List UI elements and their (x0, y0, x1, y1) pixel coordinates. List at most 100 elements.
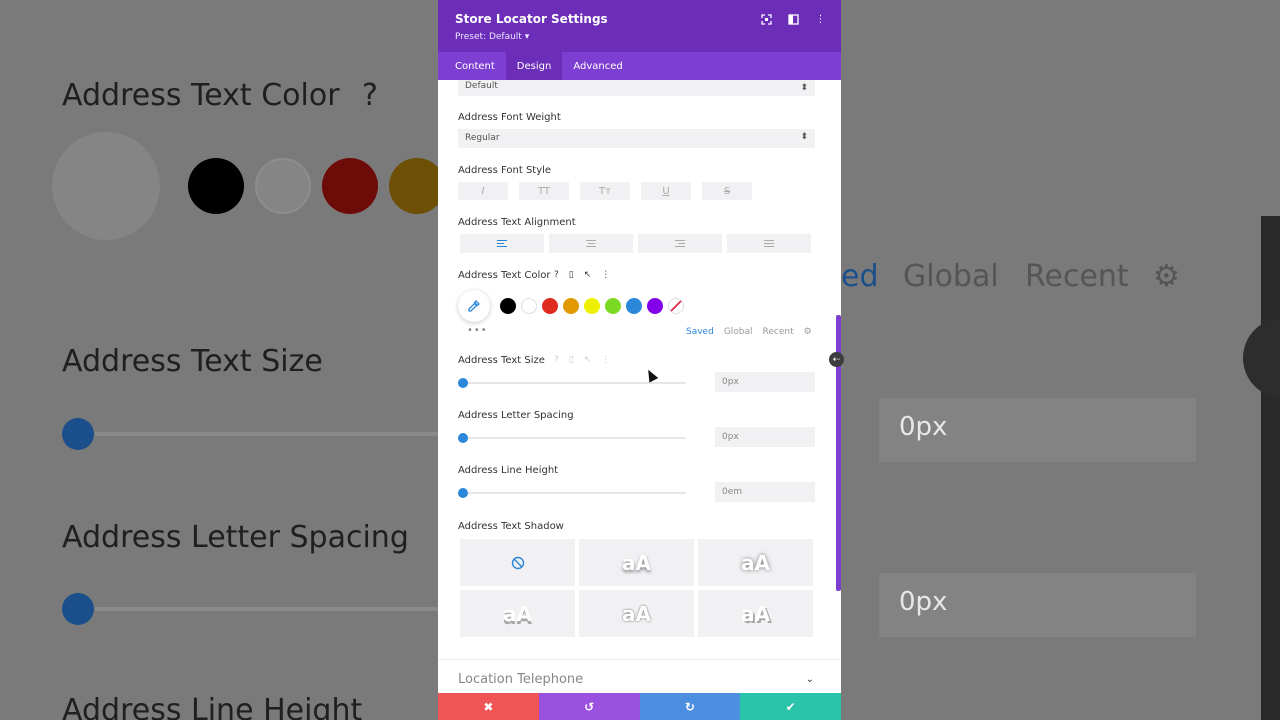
responsive-icon[interactable]: ▯ (569, 355, 574, 365)
letter-spacing-knob[interactable] (458, 433, 468, 443)
more-colors-icon[interactable]: ••• (467, 325, 488, 336)
bg-tab-saved: ed (841, 259, 879, 294)
bg-swatch-red (322, 158, 378, 214)
text-size-track[interactable] (458, 382, 686, 384)
more-options-icon[interactable]: ⋮ (814, 13, 827, 26)
chevron-down-icon[interactable]: ⌄ (806, 674, 814, 685)
font-select[interactable]: Default (458, 80, 815, 96)
swatch-white[interactable] (520, 298, 537, 314)
bg-slider-knob (62, 418, 94, 450)
letter-spacing-input[interactable]: 0px (715, 427, 815, 447)
panel-header: Store Locator Settings Preset: Default ▾… (438, 0, 841, 52)
text-shadow-label: Address Text Shadow (458, 521, 564, 532)
align-justify-icon (764, 240, 774, 247)
palette-tab-recent[interactable]: Recent (763, 327, 794, 337)
align-center-button[interactable] (549, 234, 633, 253)
line-height-label: Address Line Height (458, 465, 559, 476)
swatch-red[interactable] (541, 298, 558, 314)
letter-spacing-label: Address Letter Spacing (458, 410, 574, 421)
eyedropper-icon[interactable] (458, 290, 490, 322)
line-height-input[interactable]: 0em (715, 482, 815, 502)
section-location-telephone[interactable]: Location Telephone (458, 672, 583, 687)
options-icon[interactable]: ⋮ (601, 270, 610, 280)
resize-handle[interactable]: ⇠ (829, 352, 844, 367)
split-view-icon[interactable] (787, 13, 800, 26)
save-button[interactable]: ✔ (740, 693, 841, 720)
swatch-green[interactable] (604, 298, 621, 314)
swatch-blue[interactable] (625, 298, 642, 314)
align-justify-button[interactable] (727, 234, 811, 253)
bg-title-size: Address Text Size (62, 344, 323, 379)
bg-gear-icon: ⚙ (1153, 259, 1180, 294)
swatch-yellow[interactable] (583, 298, 600, 314)
bg-swatch-black (188, 158, 244, 214)
align-right-button[interactable] (638, 234, 722, 253)
color-swatches (458, 290, 686, 322)
text-size-input[interactable]: 0px (715, 372, 815, 392)
font-weight-select[interactable]: Regular (458, 129, 815, 148)
align-left-button[interactable] (460, 234, 544, 253)
bg-scrollbar (1261, 216, 1280, 720)
redo-button[interactable]: ↻ (639, 693, 741, 720)
shadow-preset-3[interactable]: aA (460, 590, 575, 637)
bg-handle (1243, 318, 1280, 398)
help-icon[interactable]: ? (554, 270, 559, 280)
shadow-none-button[interactable] (460, 539, 575, 586)
shadow-preset-5[interactable]: aA (698, 590, 813, 637)
strikethrough-button[interactable]: S (702, 182, 752, 200)
help-icon[interactable]: ? (554, 355, 559, 365)
background-left: Address Text Color ? Address Text Size A… (0, 0, 438, 720)
text-size-tools: ? ▯ ↖ ⋮ (554, 355, 610, 365)
italic-button[interactable]: I (458, 182, 508, 200)
undo-button[interactable]: ↺ (538, 693, 640, 720)
bg-swatch-orange (389, 158, 438, 214)
palette-tab-saved[interactable]: Saved (686, 327, 714, 337)
tab-design[interactable]: Design (505, 52, 563, 80)
preset-dropdown[interactable]: Preset: Default ▾ (455, 32, 529, 42)
bg-help-icon: ? (362, 78, 378, 113)
hover-icon[interactable]: ↖ (584, 355, 592, 365)
shadow-preset-1[interactable]: aA (579, 539, 694, 586)
capitalize-button[interactable]: Tт (580, 182, 630, 200)
font-weight-label: Address Font Weight (458, 112, 561, 123)
swatch-purple[interactable] (646, 298, 663, 314)
bg-title-spacing: Address Letter Spacing (62, 520, 409, 555)
options-icon[interactable]: ⋮ (601, 355, 610, 365)
background-right: ed Global Recent ⚙ 0px 0px (841, 0, 1280, 720)
letter-spacing-track[interactable] (458, 437, 686, 439)
responsive-icon[interactable]: ▯ (569, 270, 574, 280)
cancel-button[interactable]: ✖ (438, 693, 539, 720)
swatch-clear[interactable] (667, 298, 684, 314)
bg-slider-track (95, 607, 438, 611)
align-left-icon (497, 240, 507, 247)
bg-picker (52, 132, 160, 240)
bg-title-color: Address Text Color (62, 78, 340, 113)
palette-tab-global[interactable]: Global (724, 327, 753, 337)
hover-icon[interactable]: ↖ (584, 270, 592, 280)
text-color-tools: ? ▯ ↖ ⋮ (554, 270, 610, 280)
underline-button[interactable]: U (641, 182, 691, 200)
bg-slider-track (95, 432, 438, 436)
bg-input-spacing: 0px (879, 573, 1196, 637)
line-height-knob[interactable] (458, 488, 468, 498)
swatch-black[interactable] (499, 298, 516, 314)
text-size-knob[interactable] (458, 378, 468, 388)
swatch-orange[interactable] (562, 298, 579, 314)
section-divider (438, 659, 841, 660)
bg-tab-recent: Recent (1025, 259, 1129, 294)
tab-advanced[interactable]: Advanced (562, 52, 633, 80)
panel-footer: ✖ ↺ ↻ ✔ (438, 693, 841, 720)
palette-tabs: Saved Global Recent ⚙ (686, 327, 812, 337)
align-right-icon (675, 240, 685, 247)
settings-panel: Store Locator Settings Preset: Default ▾… (438, 0, 841, 720)
panel-title: Store Locator Settings (455, 12, 608, 26)
uppercase-button[interactable]: TT (519, 182, 569, 200)
fullscreen-icon[interactable] (760, 13, 773, 26)
text-align-label: Address Text Alignment (458, 217, 576, 228)
tab-content[interactable]: Content (444, 52, 506, 80)
shadow-preset-2[interactable]: aA (698, 539, 813, 586)
no-entry-icon (511, 556, 524, 569)
line-height-track[interactable] (458, 492, 686, 494)
shadow-preset-4[interactable]: aA (579, 590, 694, 637)
gear-icon[interactable]: ⚙ (804, 327, 812, 337)
